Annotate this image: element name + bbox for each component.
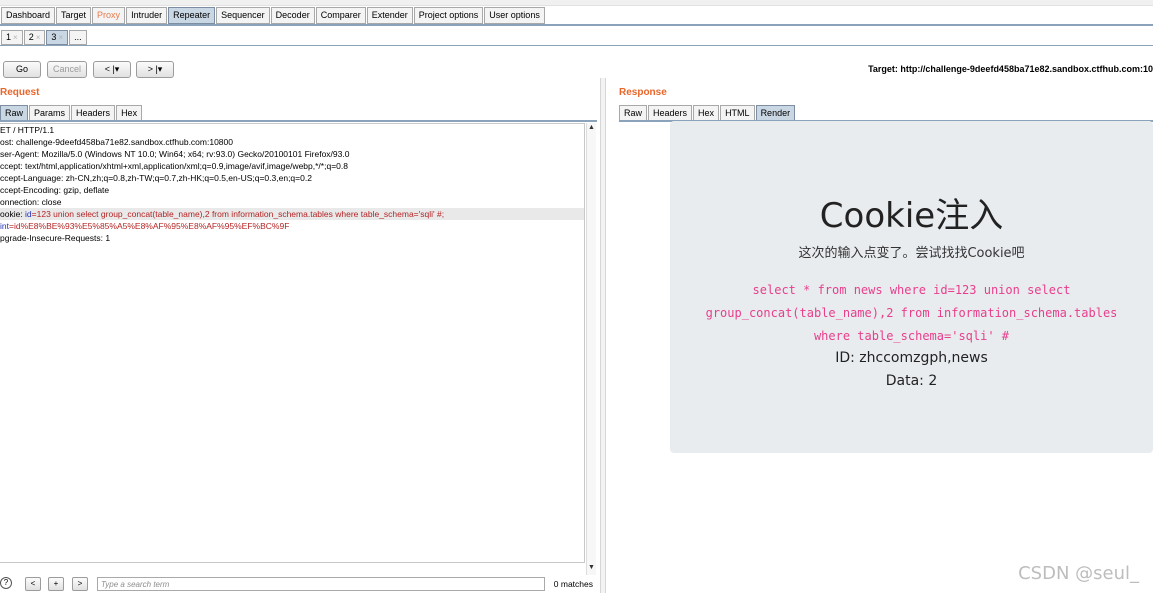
forward-button[interactable]: > |▾ xyxy=(136,61,174,78)
request-line-text: ccept-Encoding: gzip, deflate xyxy=(0,185,110,195)
help-icon[interactable]: ? xyxy=(0,577,12,589)
search-next-button[interactable]: > xyxy=(72,577,88,591)
split-pane-divider[interactable] xyxy=(600,78,606,593)
request-line[interactable]: ccept-Language: zh-CN,zh;q=0.8,zh-TW;q=0… xyxy=(0,172,584,184)
request-line[interactable]: ET / HTTP/1.1 xyxy=(0,124,584,136)
tab-sequencer[interactable]: Sequencer xyxy=(216,7,270,24)
response-tab-raw[interactable]: Raw xyxy=(619,105,648,121)
close-icon[interactable]: × xyxy=(36,33,41,42)
request-line-text: ookie: xyxy=(0,209,26,219)
response-title: Response xyxy=(619,87,667,98)
request-line-text: =123 union select group_concat(table_nam… xyxy=(31,209,445,219)
request-tab-params[interactable]: Params xyxy=(29,105,71,121)
back-button[interactable]: < |▾ xyxy=(93,61,131,78)
sql-query-line: where table_schema='sqli' # xyxy=(813,329,1010,343)
request-line[interactable]: ccept-Encoding: gzip, deflate xyxy=(0,184,584,196)
scroll-down-icon[interactable]: ▼ xyxy=(587,563,596,573)
response-tab-hex[interactable]: Hex xyxy=(693,105,720,121)
page-subtitle: 这次的输入点变了。尝试找找Cookie吧 xyxy=(798,246,1025,261)
result-data: Data: 2 xyxy=(885,373,938,389)
repeater-tab-2[interactable]: 2 × xyxy=(23,30,46,45)
tab-target[interactable]: Target xyxy=(56,7,92,24)
search-bar: ? < + > 0 matches xyxy=(0,576,600,593)
request-scrollbar[interactable]: ▲ ▼ xyxy=(586,123,596,575)
request-line-text: ccept: text/html,application/xhtml+xml,a… xyxy=(0,161,348,171)
request-line[interactable]: pgrade-Insecure-Requests: 1 xyxy=(0,232,584,244)
repeater-tab-1[interactable]: 1 × xyxy=(1,30,23,45)
tab-proxy[interactable]: Proxy xyxy=(92,7,126,24)
tab-repeater[interactable]: Repeater xyxy=(168,7,216,24)
menu-bar xyxy=(0,0,1153,6)
request-editor[interactable]: ET / HTTP/1.1 ost: challenge-9deefd458ba7… xyxy=(0,123,585,563)
tab-decoder[interactable]: Decoder xyxy=(270,7,315,24)
scroll-up-icon[interactable]: ▲ xyxy=(587,123,596,133)
request-line-text: ET / HTTP/1.1 xyxy=(0,125,55,135)
request-tab-underline xyxy=(0,120,597,122)
sql-query-line: group_concat(table_name),2 from informat… xyxy=(705,306,1118,320)
main-tab-bar: Dashboard Target Proxy Intruder Repeater… xyxy=(0,7,546,25)
request-line-text: ost: challenge-9deefd458ba71e82.sandbox.… xyxy=(0,137,233,147)
tab-extender[interactable]: Extender xyxy=(366,7,413,24)
request-line-text: pgrade-Insecure-Requests: 1 xyxy=(0,233,111,243)
repeater-tab-bar: 1 × 2 × 3 × ... xyxy=(0,30,88,46)
close-icon[interactable]: × xyxy=(58,33,63,42)
search-prev-button[interactable]: < xyxy=(25,577,41,591)
response-tab-headers[interactable]: Headers xyxy=(648,105,693,121)
search-add-button[interactable]: + xyxy=(48,577,64,591)
search-input[interactable] xyxy=(97,577,545,591)
cancel-button[interactable]: Cancel xyxy=(47,61,87,78)
request-tab-headers[interactable]: Headers xyxy=(71,105,116,121)
tab-user-options[interactable]: User options xyxy=(484,7,545,24)
repeater-tab-new[interactable]: ... xyxy=(69,30,87,45)
render-output: Cookie注入 这次的输入点变了。尝试找找Cookie吧 select * f… xyxy=(670,121,1153,453)
request-line-text: id xyxy=(25,209,32,219)
tab-dashboard[interactable]: Dashboard xyxy=(1,7,56,24)
request-line-text: onnection: close xyxy=(0,197,62,207)
request-line[interactable]: int=id%E8%BE%93%E5%85%A5%E8%AF%95%E8%AF%… xyxy=(0,220,584,232)
match-count: 0 matches xyxy=(553,579,593,589)
tab-intruder[interactable]: Intruder xyxy=(126,7,168,24)
response-view-tabs: Raw Headers Hex HTML Render xyxy=(619,105,796,121)
request-line-text: ccept-Language: zh-CN,zh;q=0.8,zh-TW;q=0… xyxy=(0,173,312,183)
watermark: CSDN @seul_ xyxy=(1018,563,1139,584)
response-tab-html[interactable]: HTML xyxy=(720,105,755,121)
tab-comparer[interactable]: Comparer xyxy=(315,7,366,24)
repeater-tab-underline xyxy=(0,45,1153,46)
go-button[interactable]: Go xyxy=(3,61,41,78)
tab-project-options[interactable]: Project options xyxy=(413,7,484,24)
page-heading: Cookie注入 xyxy=(819,196,1004,236)
target-label[interactable]: Target: http://challenge-9deefd458ba71e8… xyxy=(868,64,1153,74)
request-line[interactable]: ost: challenge-9deefd458ba71e82.sandbox.… xyxy=(0,136,584,148)
request-line-text: =id%E8%BE%93%E5%85%A5%E8%AF%95%E8%AF%95%… xyxy=(8,221,290,231)
response-tab-render[interactable]: Render xyxy=(755,105,796,121)
request-line[interactable]: ser-Agent: Mozilla/5.0 (Windows NT 10.0;… xyxy=(0,148,584,160)
request-line-text: int xyxy=(0,221,9,231)
request-tab-raw[interactable]: Raw xyxy=(0,105,29,121)
repeater-tab-3[interactable]: 3 × xyxy=(46,30,69,45)
request-line[interactable]: ookie: id=123 union select group_concat(… xyxy=(0,208,584,220)
request-tab-hex[interactable]: Hex xyxy=(116,105,143,121)
result-id: ID: zhccomzgph,news xyxy=(835,350,988,366)
main-tab-underline xyxy=(0,24,1153,26)
request-line[interactable]: onnection: close xyxy=(0,196,584,208)
request-line[interactable]: ccept: text/html,application/xhtml+xml,a… xyxy=(0,160,584,172)
close-icon[interactable]: × xyxy=(13,33,18,42)
request-title: Request xyxy=(0,87,40,98)
request-view-tabs: Raw Params Headers Hex xyxy=(0,105,143,121)
sql-query-line: select * from news where id=123 union se… xyxy=(752,283,1071,297)
request-line-text: ser-Agent: Mozilla/5.0 (Windows NT 10.0;… xyxy=(0,149,350,159)
